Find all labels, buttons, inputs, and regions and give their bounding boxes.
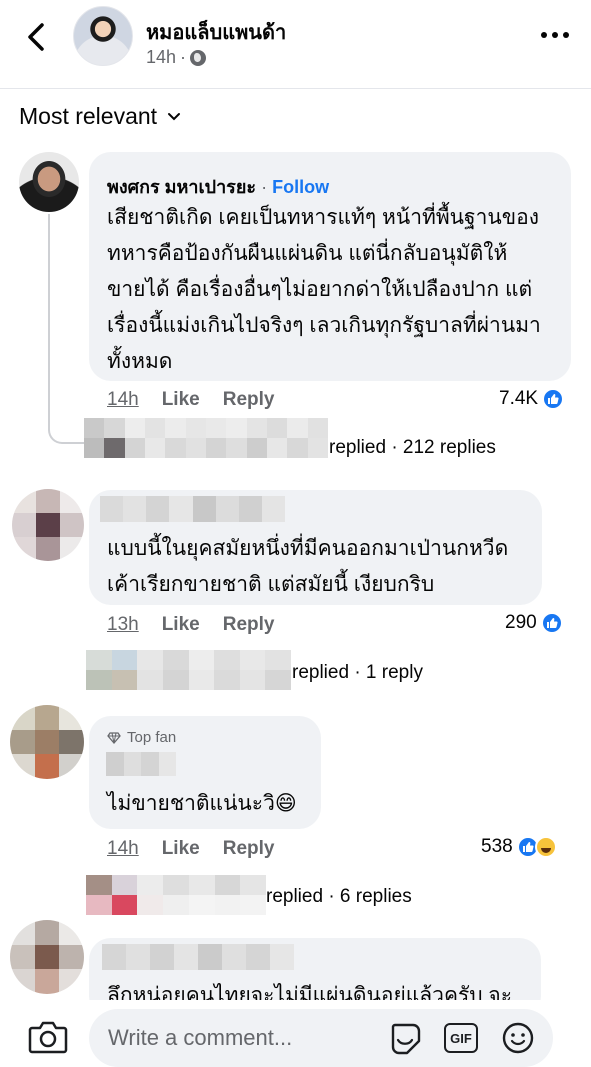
comment-composer: Write a comment... GIF (0, 1000, 591, 1067)
reaction-count[interactable]: 538 (481, 836, 557, 858)
thread-line (48, 214, 86, 444)
diamond-icon (107, 731, 121, 744)
chevron-down-icon (168, 112, 181, 120)
page-avatar[interactable] (73, 6, 133, 66)
author-separator: · (261, 177, 273, 197)
post-time: 14h · (146, 47, 207, 68)
sort-label: Most relevant (19, 103, 158, 129)
comment-line: ไม่ขายชาติแน่นะวิ😄 (107, 792, 297, 815)
gif-icon[interactable]: GIF (444, 1023, 478, 1053)
comment-input-placeholder: Write a comment... (108, 1025, 293, 1050)
comment-author-blurred[interactable] (106, 752, 176, 776)
comment-author-row: พงศกร มหาเปารยะ · Follow (107, 172, 329, 201)
comment-time[interactable]: 14h (107, 389, 139, 411)
emoji-icon[interactable] (501, 1021, 535, 1055)
comment-line: เสียชาติเกิด เคยเป็นทหารแท้ๆ หน้าที่พื้น… (107, 206, 539, 229)
comment-text: แบบนี้ในยุคสมัยหนึ่งที่มีคนออกมาเป่านกหว… (107, 531, 537, 603)
avatar[interactable] (10, 920, 84, 994)
sort-dropdown[interactable]: Most relevant (19, 103, 181, 130)
sticker-icon[interactable] (389, 1021, 423, 1055)
comment-line: ทั้งหมด (107, 350, 173, 373)
reaction-count[interactable]: 7.4K (499, 388, 565, 410)
replier-avatars-blurred[interactable] (86, 875, 266, 915)
avatar[interactable] (10, 705, 84, 779)
reaction-count-label: 7.4K (499, 388, 539, 409)
top-fan-label: Top fan (127, 729, 177, 746)
comment-line: ขายได้ คือเรื่องอื่นๆไม่อยากด่าให้เปลือง… (107, 278, 533, 301)
avatar[interactable] (19, 152, 79, 212)
like-reaction-icon (542, 388, 565, 410)
header-divider (0, 88, 591, 89)
replier-avatars-blurred[interactable] (84, 418, 328, 458)
globe-icon (190, 49, 207, 66)
view-replies-link[interactable]: replied · 1 reply (292, 662, 423, 684)
reply-button[interactable]: Reply (223, 389, 275, 411)
like-button[interactable]: Like (162, 389, 200, 411)
reaction-count[interactable]: 290 (505, 612, 563, 634)
comment-time[interactable]: 14h (107, 838, 139, 860)
reaction-count-label: 290 (505, 612, 537, 633)
comment-actions: 14h Like Reply (107, 838, 274, 860)
avatar[interactable] (12, 489, 84, 561)
view-replies-link[interactable]: replied · 6 replies (266, 886, 412, 908)
reply-button[interactable]: Reply (223, 838, 275, 860)
camera-icon[interactable] (28, 1020, 68, 1054)
comment-author-blurred[interactable] (102, 944, 294, 970)
back-arrow-icon[interactable] (22, 20, 52, 54)
comment-line: ลึกหน่อยคนไทยจะไม่มีแผ่นดินอยู่แล้วครับ … (107, 984, 513, 1000)
comment-text: ไม่ขายชาติแน่นะวิ😄 (107, 786, 317, 822)
haha-reaction-icon (534, 836, 557, 858)
like-button[interactable]: Like (162, 838, 200, 860)
reaction-count-label: 538 (481, 836, 513, 857)
view-replies-link[interactable]: replied · 212 replies (329, 437, 496, 459)
comment-line: เค้าเรียกขายชาติ แต่สมัยนี้ เงียบกริบ (107, 573, 435, 596)
post-header: หมอแล็บแพนด้า 14h · (0, 0, 591, 88)
like-reaction-icon (540, 612, 563, 634)
comment-text: ลึกหน่อยคนไทยจะไม่มีแผ่นดินอยู่แล้วครับ … (107, 978, 537, 1000)
page-name[interactable]: หมอแล็บแพนด้า (146, 16, 286, 48)
comment-author-blurred[interactable] (100, 496, 285, 522)
time-separator: · (180, 47, 187, 67)
comment-line: ทหารคือป้องกันผืนแผ่นดิน แต่นี่กลับอนุมั… (107, 242, 508, 265)
comment-author[interactable]: พงศกร มหาเปารยะ (107, 177, 256, 197)
post-time-label: 14h (146, 47, 177, 67)
more-icon[interactable] (540, 30, 570, 40)
top-fan-badge: Top fan (107, 729, 176, 746)
comment-actions: 13h Like Reply (107, 614, 274, 636)
comment-line: แบบนี้ในยุคสมัยหนึ่งที่มีคนออกมาเป่านกหว… (107, 537, 509, 560)
follow-button[interactable]: Follow (272, 177, 329, 197)
comment-actions: 14h Like Reply (107, 389, 274, 411)
like-button[interactable]: Like (162, 614, 200, 636)
replier-avatars-blurred[interactable] (86, 650, 291, 690)
comment-time[interactable]: 13h (107, 614, 139, 636)
comment-input[interactable]: Write a comment... GIF (89, 1009, 553, 1067)
comment-line: เรื่องนี้แม่งเกินไปจริงๆ เลวเกินทุกรัฐบา… (107, 314, 541, 337)
reply-button[interactable]: Reply (223, 614, 275, 636)
comment-text: เสียชาติเกิด เคยเป็นทหารแท้ๆ หน้าที่พื้น… (107, 200, 562, 380)
